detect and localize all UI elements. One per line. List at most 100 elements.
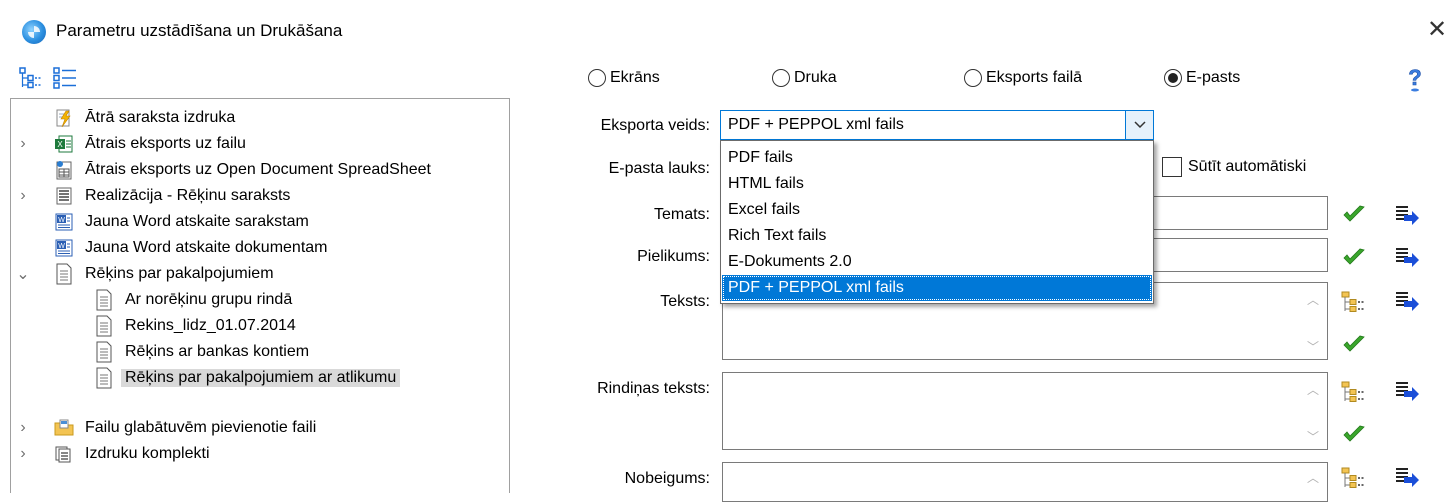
document-icon bbox=[93, 315, 115, 337]
export-type-select[interactable]: PDF + PEPPOL xml fails bbox=[720, 110, 1154, 140]
export-type-label: Eksporta veids: bbox=[600, 117, 710, 134]
dropdown-option[interactable]: E-Dokuments 2.0 bbox=[722, 249, 1152, 275]
tree-item-selected[interactable]: Rēķins par pakalpojumiem ar atlikumu bbox=[73, 365, 401, 391]
insert-field-icon[interactable] bbox=[1394, 204, 1420, 231]
tree-item[interactable]: Rēķins ar bankas kontiem bbox=[73, 339, 313, 365]
row-text-area[interactable]: ︿ ﹀ bbox=[722, 372, 1328, 450]
chevron-down-icon[interactable] bbox=[1125, 111, 1153, 139]
ods-icon bbox=[53, 159, 75, 181]
dropdown-option[interactable]: Rich Text fails bbox=[722, 223, 1152, 249]
help-icon[interactable]: ? bbox=[1404, 65, 1426, 92]
svg-text:W: W bbox=[58, 243, 65, 250]
tree-list-icon[interactable] bbox=[52, 66, 80, 90]
field-tree-icon[interactable] bbox=[1340, 290, 1366, 319]
scroll-up-icon[interactable]: ︿ bbox=[1303, 291, 1323, 308]
tree-item[interactable]: › Realizācija - Rēķinu saraksts bbox=[13, 183, 294, 209]
tree-item-label: Rēķins ar bankas kontiem bbox=[125, 343, 310, 360]
title-bar: Parametru uzstādīšana un Drukāšana ✕ bbox=[0, 0, 1455, 62]
tree-item-label: Failu glabātuvēm pievienotie faili bbox=[85, 419, 317, 436]
check-icon[interactable] bbox=[1342, 334, 1366, 359]
scroll-up-icon[interactable]: ︿ bbox=[1303, 381, 1323, 398]
tree-expander[interactable]: ⌄ bbox=[13, 264, 33, 284]
subject-label: Temats: bbox=[653, 206, 710, 223]
scroll-up-icon[interactable]: ︿ bbox=[1303, 469, 1323, 486]
scroll-down-icon[interactable]: ﹀ bbox=[1303, 338, 1323, 355]
tree-item-label: Ātrais eksports uz failu bbox=[85, 135, 246, 152]
email-field-label: E-pasta lauks: bbox=[608, 160, 710, 177]
tree-item-label: Ar norēķinu grupu rindā bbox=[125, 291, 293, 308]
tree-expander[interactable]: › bbox=[13, 187, 33, 205]
tree-item[interactable]: Ātrā saraksta izdruka bbox=[33, 105, 239, 131]
insert-field-icon[interactable] bbox=[1394, 466, 1420, 493]
insert-field-icon[interactable] bbox=[1394, 246, 1420, 273]
word-icon: W bbox=[53, 211, 75, 233]
ending-area[interactable]: ︿ bbox=[722, 462, 1328, 502]
auto-send-checkbox[interactable] bbox=[1162, 157, 1182, 177]
export-type-dropdown[interactable]: PDF fails HTML fails Excel fails Rich Te… bbox=[720, 140, 1154, 304]
tree-item[interactable]: › Izdruku komplekti bbox=[13, 441, 214, 467]
tree-item-label: Rēķins par pakalpojumiem ar atlikumu bbox=[121, 369, 401, 387]
tree-expand-icon[interactable] bbox=[18, 66, 46, 90]
tree-item-label: Ātrā saraksta izdruka bbox=[85, 109, 236, 126]
check-icon[interactable] bbox=[1342, 204, 1366, 229]
radio-email[interactable]: E-pasts bbox=[1164, 66, 1240, 90]
tree-item-label: Realizācija - Rēķinu saraksts bbox=[85, 187, 291, 204]
tree-item-label: Rēķins par pakalpojumiem bbox=[85, 265, 274, 282]
radio-circle[interactable] bbox=[964, 69, 982, 87]
tree-item[interactable]: Rekins_lidz_01.07.2014 bbox=[73, 313, 300, 339]
attachment-label: Pielikums: bbox=[637, 248, 710, 265]
print-set-icon bbox=[53, 443, 75, 465]
document-icon bbox=[93, 289, 115, 311]
document-icon bbox=[53, 263, 75, 285]
svg-text:X: X bbox=[57, 140, 63, 149]
dropdown-option[interactable]: PDF fails bbox=[722, 145, 1152, 171]
tree-item-label: Ātrais eksports uz Open Document SpreadS… bbox=[85, 161, 431, 178]
check-icon[interactable] bbox=[1342, 247, 1366, 272]
tree-item[interactable]: ⌄ Rēķins par pakalpojumiem bbox=[13, 261, 278, 287]
field-tree-icon[interactable] bbox=[1340, 380, 1366, 409]
insert-field-icon[interactable] bbox=[1394, 290, 1420, 317]
scroll-down-icon[interactable]: ﹀ bbox=[1303, 428, 1323, 445]
report-tree[interactable]: Ātrā saraksta izdruka › X Ātrais eksport… bbox=[10, 98, 510, 493]
attachment-field[interactable] bbox=[1150, 238, 1328, 272]
document-icon bbox=[93, 341, 115, 363]
tree-item[interactable]: Ātrais eksports uz Open Document SpreadS… bbox=[33, 157, 435, 183]
radio-screen[interactable]: Ekrāns bbox=[588, 66, 660, 90]
excel-icon: X bbox=[53, 133, 75, 155]
tree-item[interactable]: Ar norēķinu grupu rindā bbox=[73, 287, 296, 313]
export-type-value: PDF + PEPPOL xml fails bbox=[728, 116, 904, 133]
tree-item[interactable]: W Jauna Word atskaite sarakstam bbox=[33, 209, 313, 235]
check-icon[interactable] bbox=[1342, 424, 1366, 449]
lightning-icon bbox=[53, 107, 75, 129]
text-label: Teksts: bbox=[660, 293, 710, 310]
radio-label: Druka bbox=[794, 69, 837, 86]
radio-export-file[interactable]: Eksports failā bbox=[964, 66, 1082, 90]
radio-circle[interactable] bbox=[588, 69, 606, 87]
radio-print[interactable]: Druka bbox=[772, 66, 837, 90]
document-icon bbox=[93, 367, 115, 389]
tree-expander[interactable]: › bbox=[13, 445, 33, 463]
tree-item[interactable]: W Jauna Word atskaite dokumentam bbox=[33, 235, 332, 261]
subject-field[interactable] bbox=[1150, 196, 1328, 230]
tree-expander[interactable]: › bbox=[13, 135, 33, 153]
tree-item[interactable]: › Failu glabātuvēm pievienotie faili bbox=[13, 415, 320, 441]
svg-text:W: W bbox=[58, 217, 65, 224]
word-icon: W bbox=[53, 237, 75, 259]
window-title: Parametru uzstādīšana un Drukāšana bbox=[56, 21, 343, 40]
radio-label: E-pasts bbox=[1186, 69, 1241, 86]
radio-circle-checked[interactable] bbox=[1164, 69, 1182, 87]
dropdown-option[interactable]: HTML fails bbox=[722, 171, 1152, 197]
close-button[interactable]: ✕ bbox=[1424, 17, 1450, 43]
auto-send-option[interactable]: Sūtīt automātiski bbox=[1162, 157, 1306, 177]
dropdown-option-selected[interactable]: PDF + PEPPOL xml fails bbox=[722, 275, 1152, 301]
radio-circle[interactable] bbox=[772, 69, 790, 87]
tree-item-label: Jauna Word atskaite dokumentam bbox=[85, 239, 328, 256]
tree-item-label: Jauna Word atskaite sarakstam bbox=[85, 213, 309, 230]
svg-text:?: ? bbox=[1408, 66, 1421, 90]
insert-field-icon[interactable] bbox=[1394, 380, 1420, 407]
tree-item[interactable]: › X Ātrais eksports uz failu bbox=[13, 131, 250, 157]
tree-expander[interactable]: › bbox=[13, 419, 33, 437]
field-tree-icon[interactable] bbox=[1340, 466, 1366, 495]
radio-label: Ekrāns bbox=[610, 69, 660, 86]
dropdown-option[interactable]: Excel fails bbox=[722, 197, 1152, 223]
